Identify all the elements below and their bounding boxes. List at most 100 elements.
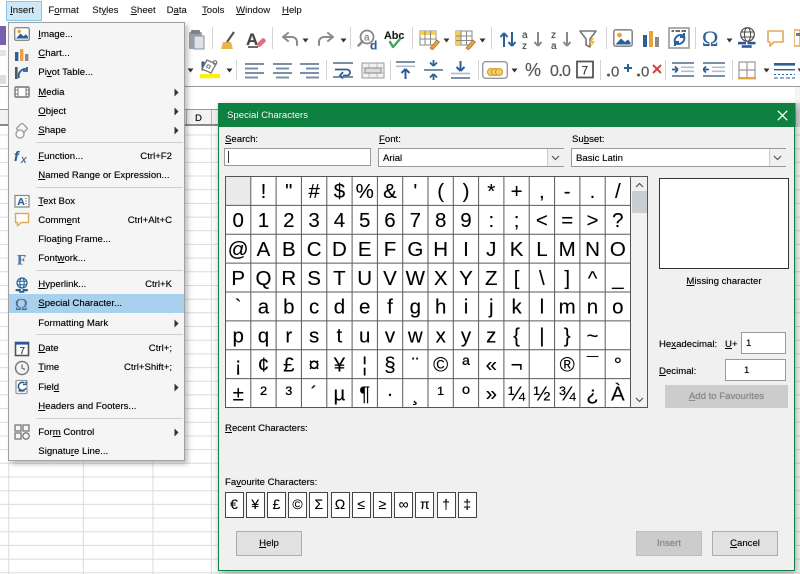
svg-text:q: q <box>258 325 269 348</box>
svg-text:`: ` <box>235 296 242 319</box>
svg-text:7: 7 <box>410 209 421 232</box>
svg-text:f: f <box>387 296 393 319</box>
svg-text:=: = <box>561 209 573 232</box>
svg-text:E: E <box>358 238 372 261</box>
svg-text:r: r <box>285 325 292 348</box>
svg-text:J: J <box>486 238 496 261</box>
svg-text:{: { <box>513 325 520 348</box>
svg-text:V: V <box>383 267 397 290</box>
svg-text:&: & <box>383 180 397 203</box>
svg-text:Z: Z <box>485 267 498 290</box>
svg-text:¼: ¼ <box>508 382 526 405</box>
svg-text:D: D <box>332 238 347 261</box>
svg-text:R: R <box>281 267 296 290</box>
svg-text:t: t <box>337 325 343 348</box>
svg-text:z: z <box>486 325 496 348</box>
svg-text:0: 0 <box>641 64 649 81</box>
svg-text:G: G <box>407 238 423 261</box>
svg-text:À: À <box>611 382 625 405</box>
svg-text:ª: ª <box>462 354 470 377</box>
svg-text:d: d <box>334 296 345 319</box>
svg-text:7: 7 <box>582 64 589 78</box>
svg-text:Ω: Ω <box>702 27 718 49</box>
svg-text:Q: Q <box>256 267 272 290</box>
svg-text:F: F <box>384 238 397 261</box>
svg-text:~: ~ <box>587 325 599 348</box>
svg-text:c: c <box>309 296 319 319</box>
svg-text:#: # <box>308 180 320 203</box>
svg-text:®: ® <box>560 354 575 377</box>
svg-text:_: _ <box>611 267 624 290</box>
svg-text:±: ± <box>233 382 244 405</box>
svg-text:]: ] <box>564 267 570 290</box>
svg-text:z: z <box>522 41 527 50</box>
svg-text:8: 8 <box>435 209 446 232</box>
svg-text:5: 5 <box>359 209 370 232</box>
svg-text:º: º <box>462 382 470 405</box>
svg-text:¬: ¬ <box>511 354 523 377</box>
svg-text:x: x <box>436 325 447 348</box>
svg-text:©: © <box>433 354 448 377</box>
svg-text:·: · <box>387 382 394 405</box>
svg-text:b: b <box>283 296 294 319</box>
svg-text:^: ^ <box>588 267 598 290</box>
svg-text:¾: ¾ <box>559 382 577 405</box>
svg-text:j: j <box>488 296 494 319</box>
svg-text:´: ´ <box>311 382 318 405</box>
svg-text:m: m <box>559 296 576 319</box>
svg-text:²: ² <box>260 382 267 405</box>
svg-text:F: F <box>17 252 26 267</box>
svg-text:}: } <box>564 325 571 348</box>
svg-text:µ: µ <box>333 382 345 405</box>
svg-text:w: w <box>407 325 423 348</box>
svg-text:4: 4 <box>334 209 345 232</box>
svg-text:¥: ¥ <box>333 354 346 377</box>
svg-text:!: ! <box>261 180 267 203</box>
svg-text:2: 2 <box>283 209 294 232</box>
svg-text:': ' <box>413 180 417 203</box>
svg-text:³: ³ <box>285 382 292 405</box>
svg-text:Ω: Ω <box>15 296 28 312</box>
svg-text:½: ½ <box>533 382 550 405</box>
svg-text:W: W <box>406 267 426 290</box>
svg-text:a: a <box>551 41 557 50</box>
svg-text:@: @ <box>228 238 249 261</box>
svg-text:¹: ¹ <box>437 382 444 405</box>
svg-text:¿: ¿ <box>586 382 599 405</box>
svg-text:0: 0 <box>232 209 243 232</box>
svg-text:°: ° <box>614 354 622 377</box>
svg-text:?: ? <box>612 209 623 232</box>
svg-text:N: N <box>585 238 600 261</box>
svg-text:n: n <box>587 296 598 319</box>
svg-text:o: o <box>612 296 623 319</box>
svg-text:": " <box>285 180 292 203</box>
svg-text:p: p <box>232 325 243 348</box>
svg-text:P: P <box>231 267 245 290</box>
svg-text:d: d <box>370 39 377 52</box>
svg-text:-: - <box>564 180 571 203</box>
svg-text:¤: ¤ <box>308 354 319 377</box>
svg-text:»: » <box>486 382 497 405</box>
svg-text:y: y <box>461 325 472 348</box>
svg-text:%: % <box>525 60 541 80</box>
svg-text:¯: ¯ <box>586 354 599 377</box>
svg-text:M: M <box>559 238 576 261</box>
svg-text:B: B <box>282 238 296 261</box>
svg-text:u: u <box>359 325 370 348</box>
svg-text:6: 6 <box>384 209 395 232</box>
svg-text:¡: ¡ <box>235 354 242 377</box>
svg-text:U: U <box>357 267 372 290</box>
svg-text:,: , <box>539 180 545 203</box>
svg-text:>: > <box>587 209 599 232</box>
svg-text:3: 3 <box>308 209 319 232</box>
svg-text:O: O <box>610 238 626 261</box>
svg-text:/: / <box>615 180 621 203</box>
svg-text:¦: ¦ <box>362 354 367 377</box>
svg-text:C: C <box>307 238 322 261</box>
svg-text:H: H <box>433 238 448 261</box>
svg-text:): ) <box>463 180 470 203</box>
svg-text:0: 0 <box>611 64 619 81</box>
svg-text:£: £ <box>283 354 295 377</box>
svg-text:s: s <box>309 325 319 348</box>
svg-text:h: h <box>435 296 446 319</box>
